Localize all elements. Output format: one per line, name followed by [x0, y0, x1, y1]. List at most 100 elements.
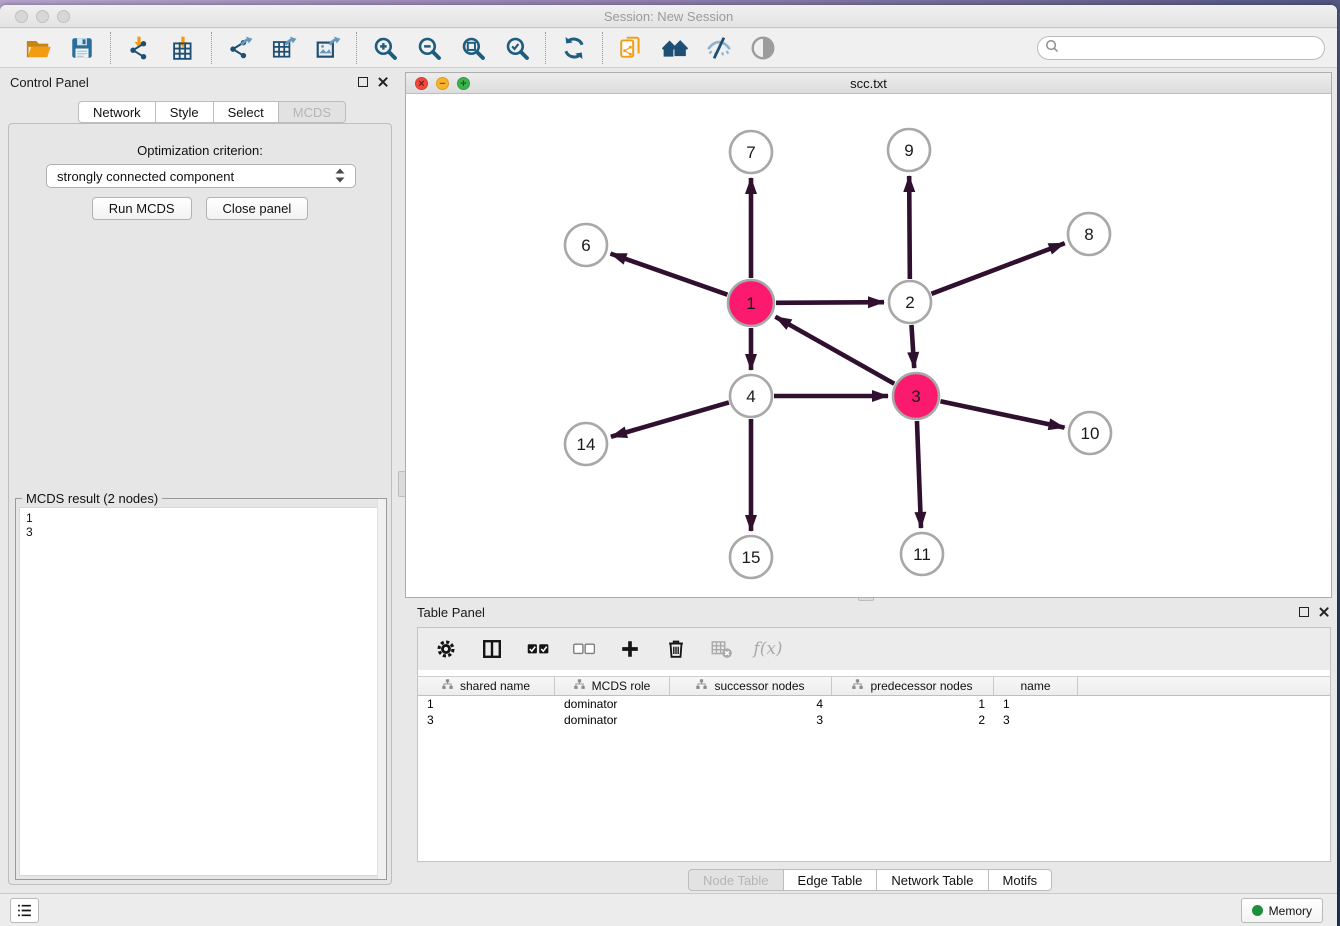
tab-edge-table[interactable]: Edge Table — [784, 869, 878, 891]
task-history-button[interactable] — [10, 898, 39, 923]
export-table-button[interactable] — [270, 34, 298, 62]
tab-node-table[interactable]: Node Table — [688, 869, 784, 891]
node-label: 10 — [1081, 424, 1100, 443]
import-table-icon — [170, 35, 196, 61]
column-header-predecessor-nodes[interactable]: predecessor nodes — [832, 677, 994, 695]
edge-3-1[interactable] — [775, 317, 894, 384]
graph-node-4[interactable]: 4 — [730, 375, 772, 417]
tab-style[interactable]: Style — [156, 101, 214, 123]
graph-node-11[interactable]: 11 — [901, 533, 943, 575]
mcds-result-text[interactable]: 1 3 — [19, 507, 383, 876]
clear-selection-button[interactable] — [570, 635, 598, 663]
application-window: Session: New Session Control Panel Netwo… — [0, 5, 1337, 926]
column-header-label: predecessor nodes — [870, 679, 972, 693]
cell-shared-name[interactable]: 3 — [418, 712, 555, 728]
zoom-out-button[interactable] — [415, 34, 443, 62]
graph-node-2[interactable]: 2 — [889, 281, 931, 323]
search-box[interactable] — [1037, 36, 1325, 60]
edge-1-6[interactable] — [611, 254, 728, 295]
column-header-shared-name[interactable]: shared name — [418, 677, 555, 695]
graph-node-15[interactable]: 15 — [730, 536, 772, 578]
cell-shared-name[interactable]: 1 — [418, 696, 555, 712]
edge-3-11[interactable] — [917, 421, 921, 528]
select-stepper-icon — [331, 166, 349, 184]
column-header-successor-nodes[interactable]: successor nodes — [670, 677, 832, 695]
import-table-button[interactable] — [169, 34, 197, 62]
export-network-button[interactable] — [226, 34, 254, 62]
app-titlebar: Session: New Session — [0, 5, 1337, 28]
node-label: 7 — [746, 143, 755, 162]
memory-button[interactable]: Memory — [1241, 898, 1323, 923]
cell-successor-nodes[interactable]: 4 — [670, 696, 832, 712]
tab-network[interactable]: Network — [78, 101, 156, 123]
select-all-icon — [527, 638, 549, 660]
graph-node-3[interactable]: 3 — [893, 373, 939, 419]
first-neighbors-button[interactable] — [661, 34, 689, 62]
tab-motifs[interactable]: Motifs — [989, 869, 1053, 891]
cell-predecessor-nodes[interactable]: 1 — [832, 696, 994, 712]
cell-MCDS-role[interactable]: dominator — [555, 712, 670, 728]
search-input[interactable] — [1064, 38, 1324, 58]
list-menu-icon — [16, 902, 33, 919]
graph-node-9[interactable]: 9 — [888, 129, 930, 171]
gear-button[interactable] — [432, 635, 460, 663]
show-all-button[interactable] — [749, 34, 777, 62]
zoom-in-button[interactable] — [371, 34, 399, 62]
column-header-name[interactable]: name — [994, 677, 1078, 695]
edge-1-2[interactable] — [776, 302, 884, 303]
graph-node-6[interactable]: 6 — [565, 224, 607, 266]
edge-2-3[interactable] — [911, 325, 914, 368]
save-session-button[interactable] — [68, 34, 96, 62]
close-panel-button[interactable]: Close panel — [206, 197, 309, 220]
table-panel-float-icon[interactable] — [1299, 607, 1309, 617]
hide-selected-icon — [706, 35, 732, 61]
tab-network-table[interactable]: Network Table — [877, 869, 988, 891]
hide-selected-button[interactable] — [705, 34, 733, 62]
cell-successor-nodes[interactable]: 3 — [670, 712, 832, 728]
graph-node-7[interactable]: 7 — [730, 131, 772, 173]
delete-column-button[interactable] — [662, 635, 690, 663]
network-canvas[interactable]: 7 9 6 8 1 2 4 3 14 10 15 11 — [406, 94, 1331, 597]
search-icon — [1045, 39, 1059, 58]
optimization-criterion-select[interactable]: strongly connected component — [46, 164, 356, 188]
cell-predecessor-nodes[interactable]: 2 — [832, 712, 994, 728]
split-columns-icon — [481, 638, 503, 660]
delete-table-icon — [711, 638, 733, 660]
cell-name[interactable]: 1 — [994, 696, 1078, 712]
save-session-icon — [69, 35, 95, 61]
graph-node-1[interactable]: 1 — [728, 280, 774, 326]
edge-2-8[interactable] — [932, 243, 1065, 294]
status-bar: Memory — [0, 893, 1337, 926]
edge-2-9[interactable] — [909, 176, 910, 279]
control-panel-float-icon[interactable] — [358, 77, 368, 87]
zoom-selected-button[interactable] — [503, 34, 531, 62]
result-scrollbar[interactable] — [377, 499, 386, 879]
table-panel-close-icon[interactable] — [1318, 606, 1330, 618]
open-file-button[interactable] — [24, 34, 52, 62]
toolbar-group — [357, 34, 545, 62]
graph-node-14[interactable]: 14 — [565, 423, 607, 465]
tab-select[interactable]: Select — [214, 101, 279, 123]
split-columns-button[interactable] — [478, 635, 506, 663]
graph-node-10[interactable]: 10 — [1069, 412, 1111, 454]
network-window-titlebar[interactable]: × − + scc.txt — [406, 73, 1331, 94]
zoom-in-icon — [372, 35, 398, 61]
add-column-button[interactable] — [616, 635, 644, 663]
edge-4-14[interactable] — [611, 402, 729, 436]
import-network-button[interactable] — [125, 34, 153, 62]
column-header-MCDS-role[interactable]: MCDS role — [555, 677, 670, 695]
run-mcds-button[interactable]: Run MCDS — [92, 197, 192, 220]
column-header-label: name — [1020, 679, 1050, 693]
column-header-label: MCDS role — [592, 679, 651, 693]
clone-network-button[interactable] — [617, 34, 645, 62]
zoom-fit-button[interactable] — [459, 34, 487, 62]
graph-node-8[interactable]: 8 — [1068, 213, 1110, 255]
cell-MCDS-role[interactable]: dominator — [555, 696, 670, 712]
edge-3-10[interactable] — [940, 401, 1064, 427]
export-image-button[interactable] — [314, 34, 342, 62]
refresh-view-button[interactable] — [560, 34, 588, 62]
control-panel-close-icon[interactable] — [377, 76, 389, 88]
select-all-button[interactable] — [524, 635, 552, 663]
cell-name[interactable]: 3 — [994, 712, 1078, 728]
tab-mcds[interactable]: MCDS — [279, 101, 346, 123]
